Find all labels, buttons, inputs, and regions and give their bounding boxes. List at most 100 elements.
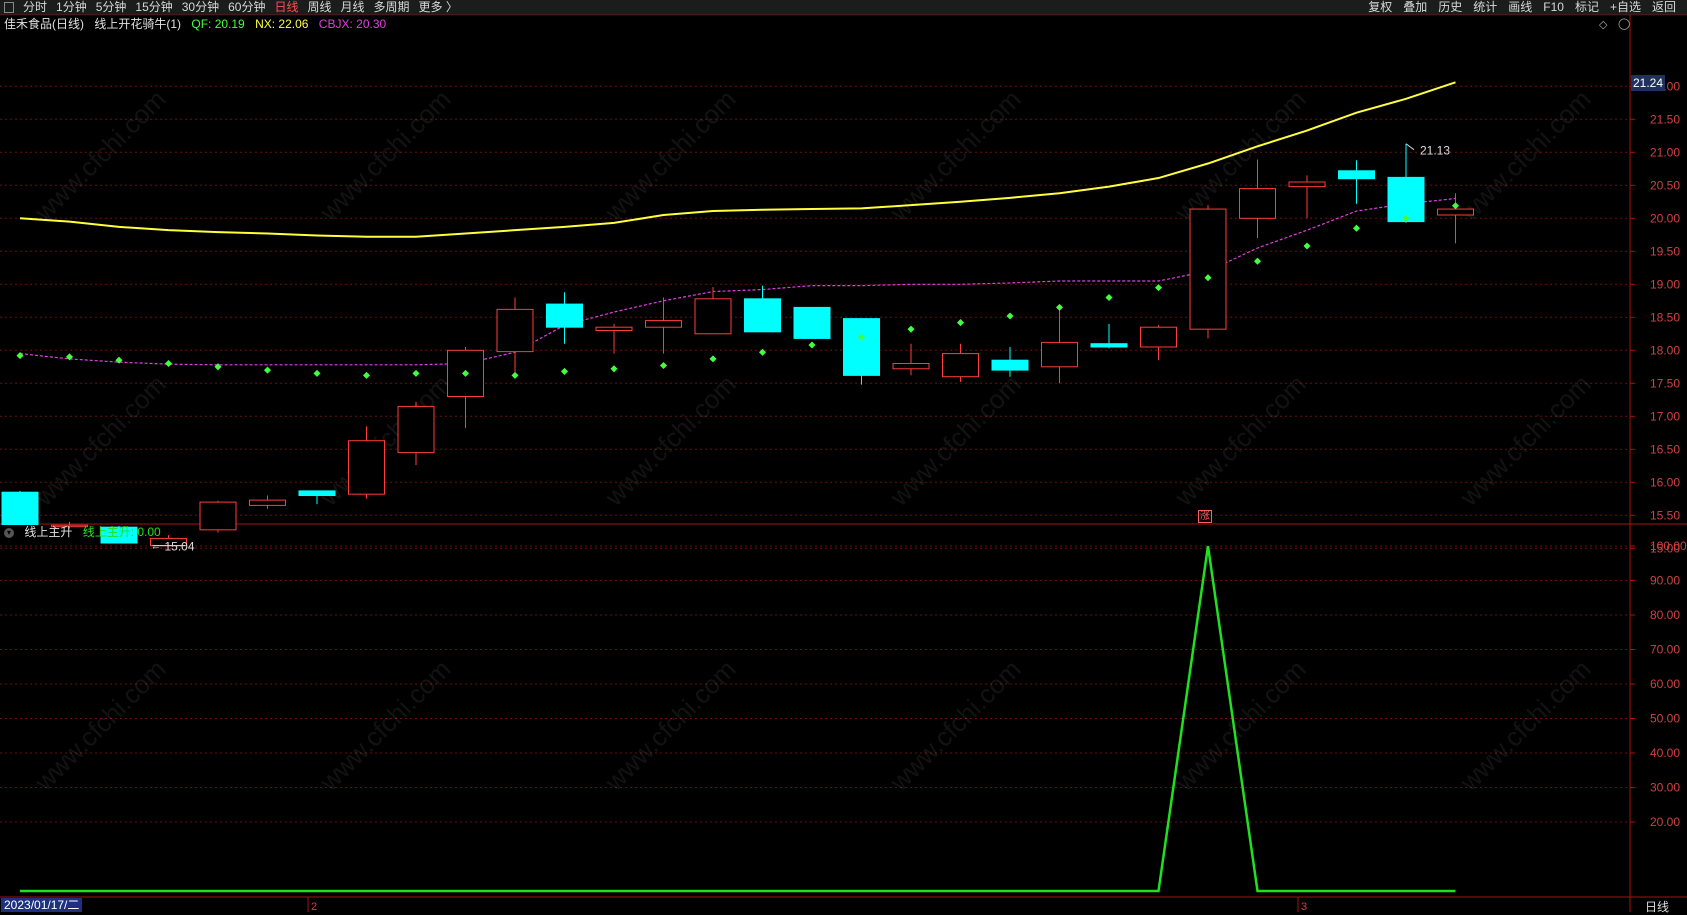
sub-tick-label: 90.00 [1650,574,1680,588]
candle-body [843,318,880,376]
candle [496,297,534,377]
qf-dot [362,371,371,379]
watermark-text: www.cfchi.com [313,84,456,227]
watermark-text: www.cfchi.com [598,654,741,797]
sub-tick-label: 40.00 [1650,746,1680,760]
candle [843,318,880,385]
qf-dot [1055,303,1064,311]
qf-dot [313,369,321,377]
candle [942,343,979,382]
candle [1140,325,1177,361]
candle-body [1239,188,1276,219]
sub-tick-label: 60.00 [1650,677,1680,691]
sub-tick-label: 50.00 [1650,712,1680,726]
candle-body [892,363,930,370]
candle [1,490,39,526]
sub-indicator-name[interactable]: 线上主升 [24,525,72,539]
sub-tick-label: 70.00 [1650,643,1680,657]
stock-name[interactable]: 佳禾食品(日线) [4,17,84,31]
candle-layer [1,143,1474,547]
watermark-layer: www.cfchi.com www.cfchi.com www.cfchi.com w… [28,84,1596,797]
watermark-text: www.cfchi.com [1168,369,1311,512]
candle [1288,175,1326,219]
zhang-marker: 涨 [1198,510,1212,523]
circle-icon[interactable]: ◯ [1618,17,1630,30]
price-tick-label: 15.50 [1650,508,1680,522]
kline-chart: www.cfchi.com www.cfchi.com www.cfchi.com w… [0,14,1687,912]
qf-value: QF: 20.19 [191,17,245,31]
diamond-icon[interactable]: ◇ [1599,18,1607,31]
candle-body [645,320,682,328]
candle [892,343,930,376]
qf-dot [610,365,618,373]
line-layer [19,81,1456,366]
candle-body [199,501,237,531]
month-label: 2 [311,901,317,912]
candle-body [793,306,831,339]
watermark-text: www.cfchi.com [313,654,456,797]
qf-dot [164,359,173,368]
qf-dot [1105,293,1113,302]
candle [546,292,583,344]
watermark-text: www.cfchi.com [1453,84,1596,227]
low-label: 15.04 [165,540,195,554]
watermark-text: www.cfchi.com [883,369,1026,512]
qf-dot [1006,312,1014,320]
qf-dot [511,371,519,379]
qf-dot [808,341,816,349]
price-axis: 15.0015.5016.0016.5017.0017.5018.0018.50… [1630,79,1687,829]
candle [991,347,1029,377]
high-arrow [1405,143,1415,151]
indicator-name[interactable]: 线上开花骑牛(1) [94,17,181,31]
candle-body [1338,170,1375,180]
month-label: 3 [1301,901,1307,912]
candle-body [942,353,979,378]
period-label[interactable]: 日线 [1645,898,1669,915]
watermark-text: www.cfchi.com [1453,369,1596,512]
price-tick-label: 18.00 [1650,343,1680,357]
candle [1189,205,1227,339]
high-label: 21.13 [1420,144,1450,158]
qf-dot [1352,224,1361,232]
price-tick-label: 17.00 [1650,409,1680,423]
candle-body [348,440,385,495]
candle-body [1189,208,1227,330]
collapse-icon[interactable]: ▾ [4,527,14,538]
price-tick-label: 19.00 [1650,277,1680,291]
qf-dot [263,366,272,374]
price-tick-label: 21.50 [1650,112,1680,126]
qf-dot [659,361,668,370]
watermark-text: www.cfchi.com [28,84,171,227]
sub-header: ▾ 线上主升 线上主升: 0.00 [4,524,168,540]
watermark-text: www.cfchi.com [28,654,171,797]
candle-body [1041,341,1078,368]
qf-dot [709,355,717,363]
candle-body [1140,326,1177,348]
price-tick-label: 17.50 [1650,376,1680,390]
price-tick-label: 16.50 [1650,442,1680,456]
candle-body [595,326,633,332]
sub-indicator-value: 线上主升: 0.00 [82,525,161,539]
qf-dot [412,369,420,377]
sub-tick-label: 100.00 [1650,539,1687,553]
sub-tick-label: 80.00 [1650,608,1680,622]
watermark-text: www.cfchi.com [883,654,1026,797]
candle-body [298,490,336,497]
watermark-text: www.cfchi.com [598,369,741,512]
sub-tick-label: 30.00 [1650,781,1680,795]
price-tick-label: 21.00 [1650,145,1680,159]
candle [199,500,237,533]
watermark-text: www.cfchi.com [1453,654,1596,797]
qf-dot [16,352,24,360]
candle [1090,323,1128,349]
candle-body [744,298,781,333]
price-tick-label: 16.00 [1650,475,1680,489]
candle-body [546,303,583,328]
watermark-text: www.cfchi.com [28,369,171,512]
low-arrow-head: ← [151,541,162,553]
candle [793,306,831,339]
candle-body [249,499,286,506]
candle [1338,160,1375,204]
candle-body [694,298,732,335]
watermark-text: www.cfchi.com [598,84,741,227]
